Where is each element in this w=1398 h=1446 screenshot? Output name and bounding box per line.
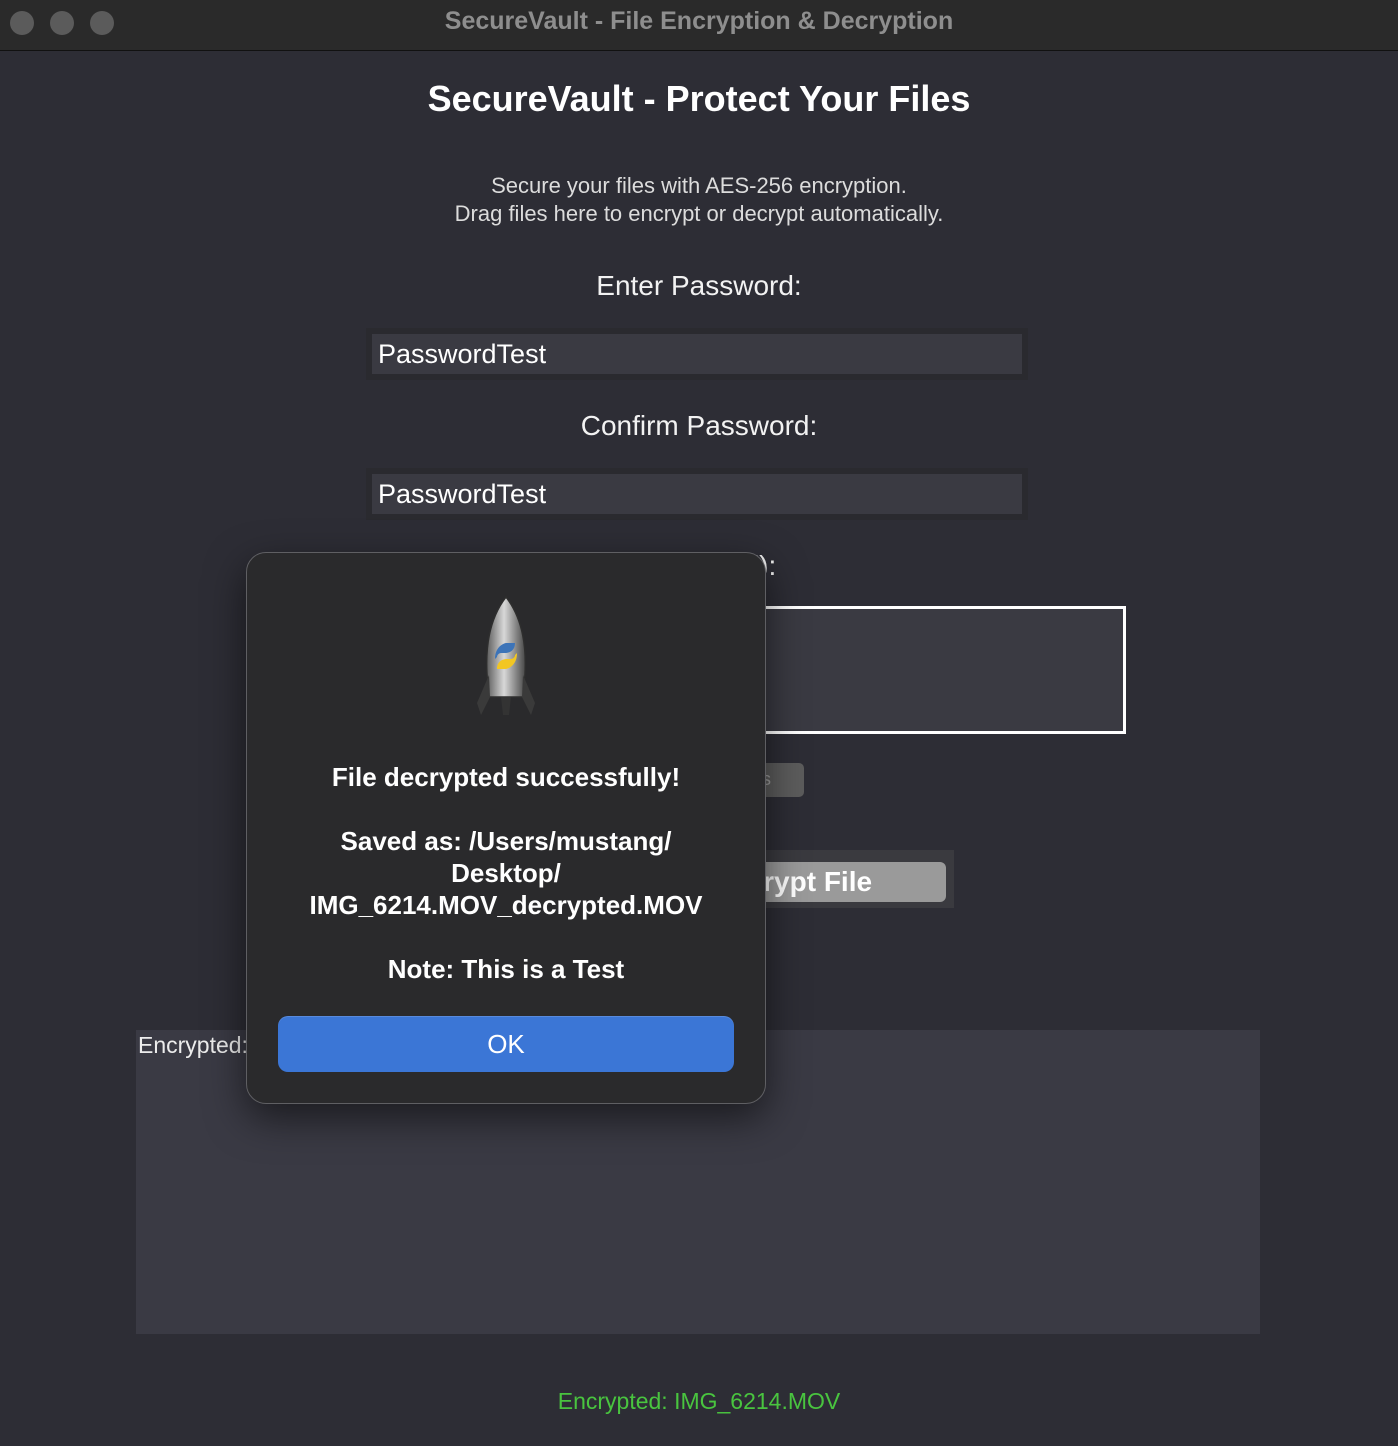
saved-path-line-3: IMG_6214.MOV_decrypted.MOV	[309, 890, 703, 920]
window-title: SecureVault - File Encryption & Decrypti…	[444, 7, 954, 35]
drop-zone-label: Encrypted:	[138, 1032, 248, 1058]
saved-path-line-2: Desktop/	[451, 858, 561, 888]
ok-button[interactable]: OK	[278, 1016, 734, 1072]
subtitle-line-1: Secure your files with AES-256 encryptio…	[491, 173, 907, 198]
status-text: Encrypted: IMG_6214.MOV	[557, 1388, 841, 1414]
confirm-password-label: Confirm Password:	[580, 410, 818, 441]
password-input[interactable]: PasswordTest	[366, 328, 1028, 380]
password-label: Enter Password:	[596, 270, 802, 301]
success-dialog: File decrypted successfully! Saved as: /…	[246, 552, 766, 1104]
dialog-message: File decrypted successfully!	[331, 762, 681, 792]
dialog-note: Note: This is a Test	[387, 954, 625, 984]
python-rocket-icon	[471, 593, 541, 721]
saved-path-line-1: Saved as: /Users/mustang/	[340, 826, 672, 856]
note-input[interactable]	[712, 606, 1126, 734]
subtitle-line-2: Drag files here to encrypt or decrypt au…	[454, 201, 944, 226]
dialog-saved-path: Saved as: /Users/mustang/ Desktop/ IMG_6…	[267, 825, 745, 921]
confirm-password-input[interactable]: PasswordTest	[366, 468, 1028, 520]
app-heading: SecureVault - Protect Your Files	[427, 78, 971, 119]
app-subtitle: Secure your files with AES-256 encryptio…	[0, 172, 1398, 228]
